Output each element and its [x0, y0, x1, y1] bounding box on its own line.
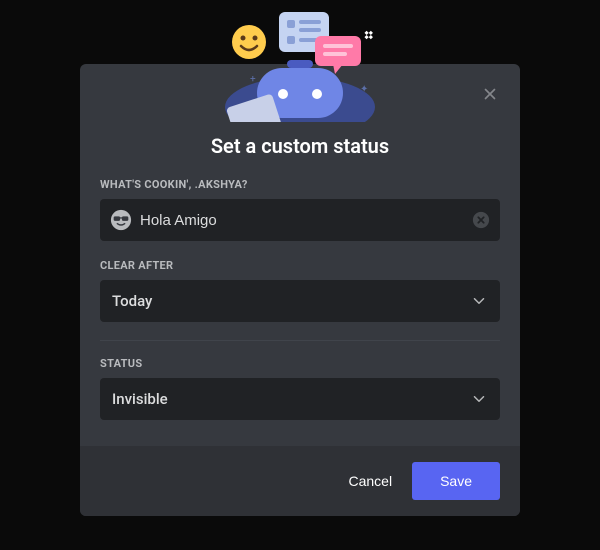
clear-input-button[interactable] — [472, 211, 490, 229]
status-select-label: STATUS — [100, 357, 500, 370]
status-text-field-group: WHAT'S COOKIN', .AKSHYA? — [100, 178, 500, 241]
divider — [100, 340, 500, 341]
status-illustration: + ✦ — [205, 2, 395, 122]
prompt-label: WHAT'S COOKIN', .AKSHYA? — [100, 178, 500, 191]
close-button[interactable] — [478, 82, 502, 106]
svg-text:✦: ✦ — [360, 84, 368, 95]
status-text-input[interactable] — [140, 212, 472, 229]
clear-after-select[interactable]: Today — [100, 280, 500, 322]
clear-after-field-group: CLEAR AFTER Today — [100, 259, 500, 322]
modal-title: Set a custom status — [100, 134, 500, 158]
status-field-group: STATUS Invisible — [100, 357, 500, 420]
close-icon — [481, 85, 499, 103]
clear-after-value: Today — [112, 292, 152, 310]
status-select-value: Invisible — [112, 390, 168, 408]
clear-after-label: CLEAR AFTER — [100, 259, 500, 272]
custom-status-modal: + ✦ Set a custom status WHAT'S COOKIN', … — [80, 64, 520, 516]
svg-text:+: + — [250, 74, 256, 85]
smiley-sunglasses-icon — [110, 209, 132, 231]
save-button[interactable]: Save — [412, 462, 500, 500]
status-select[interactable]: Invisible — [100, 378, 500, 420]
clear-circle-icon — [472, 211, 490, 229]
cancel-button[interactable]: Cancel — [342, 463, 398, 499]
chevron-down-icon — [470, 390, 488, 408]
status-input-container — [100, 199, 500, 241]
chevron-down-icon — [470, 292, 488, 310]
modal-footer: Cancel Save — [80, 446, 520, 516]
emoji-picker-button[interactable] — [110, 209, 132, 231]
